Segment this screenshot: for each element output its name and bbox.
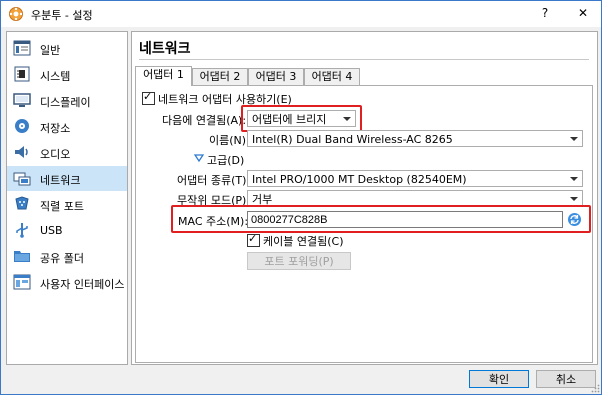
cancel-button[interactable]: 취소 (536, 370, 596, 388)
sidebar-item-user-interface[interactable]: 사용자 인터페이스 (7, 270, 127, 295)
sidebar-item-display[interactable]: 디스플레이 (7, 88, 127, 113)
expand-triangle-icon[interactable] (194, 154, 204, 162)
attached-to-label: 다음에 연결됨(A): (162, 114, 247, 127)
audio-icon (15, 146, 28, 158)
sidebar-item-label: USB (40, 224, 63, 237)
advanced-toggle[interactable]: 고급(D) (207, 152, 244, 168)
attached-to-value: 어댑터에 브리지 (252, 113, 327, 126)
sidebar-item-audio[interactable]: 오디오 (7, 140, 127, 165)
help-button[interactable]: ? (533, 4, 557, 22)
enable-adapter-label: 네트워크 어댑터 사용하기(E) (158, 93, 292, 106)
sidebar-item-system[interactable]: 시스템 (7, 62, 127, 87)
mac-address-label: MAC 주소(M): (178, 215, 249, 228)
chevron-down-icon (343, 117, 351, 121)
window-title: 우분투 - 설정 (31, 9, 93, 22)
sidebar-item-serial-ports[interactable]: 직렬 포트 (7, 192, 127, 217)
settings-window: 우분투 - 설정 ? ✕ 일반 시스템 디스플레이 저장소 오디오 네트워크 직… (0, 0, 602, 395)
system-icon (14, 66, 30, 82)
sidebar-item-shared-folders[interactable]: 공유 폴더 (7, 244, 127, 269)
adapter-1-pane: 네트워크 어댑터 사용하기(E) 다음에 연결됨(A): 어댑터에 브리지 이름… (135, 85, 593, 363)
sidebar-item-label: 공유 폴더 (40, 252, 84, 265)
storage-icon (15, 119, 29, 133)
general-icon (13, 40, 31, 56)
tab-adapter-3[interactable]: 어댑터 3 (248, 68, 304, 85)
sidebar-item-storage[interactable]: 저장소 (7, 114, 127, 139)
sidebar-item-general[interactable]: 일반 (7, 36, 127, 61)
sidebar-item-label: 디스플레이 (40, 96, 91, 109)
settings-sidebar: 일반 시스템 디스플레이 저장소 오디오 네트워크 직렬 포트 USB 공유 폴… (6, 31, 128, 365)
sidebar-item-usb[interactable]: USB (7, 218, 127, 243)
refresh-mac-icon[interactable] (567, 212, 582, 227)
title-bar: 우분투 - 설정 ? ✕ (1, 1, 601, 27)
cable-connected-checkbox[interactable] (247, 232, 260, 247)
resize-grip-icon[interactable] (591, 384, 600, 393)
close-button[interactable]: ✕ (571, 4, 595, 22)
chevron-down-icon (570, 197, 578, 201)
virtualbox-app-icon (9, 7, 23, 21)
display-icon (13, 93, 31, 107)
sidebar-item-label: 직렬 포트 (40, 200, 84, 213)
adapter-name-value: Intel(R) Dual Band Wireless-AC 8265 (252, 133, 453, 146)
adapter-type-value: Intel PRO/1000 MT Desktop (82540EM) (252, 173, 467, 186)
tab-adapter-4[interactable]: 어댑터 4 (304, 68, 360, 85)
promiscuous-mode-select[interactable]: 거부 (247, 190, 583, 207)
enable-adapter-checkbox[interactable] (142, 90, 155, 105)
serial-port-icon (15, 196, 29, 210)
sidebar-item-network[interactable]: 네트워크 (7, 166, 127, 191)
chevron-down-icon (570, 177, 578, 181)
mac-address-field[interactable] (247, 211, 563, 228)
port-forwarding-button[interactable]: 포트 포워딩(P) (247, 252, 351, 270)
promiscuous-mode-value: 거부 (252, 193, 273, 206)
sidebar-item-label: 일반 (40, 44, 61, 57)
cable-connected-label: 케이블 연결됨(C) (263, 235, 344, 248)
sidebar-item-label: 저장소 (40, 122, 71, 135)
network-icon (13, 172, 31, 186)
adapter-type-select[interactable]: Intel PRO/1000 MT Desktop (82540EM) (247, 170, 583, 187)
shared-folder-icon (14, 251, 30, 262)
attached-to-select[interactable]: 어댑터에 브리지 (247, 110, 356, 127)
chevron-down-icon (570, 137, 578, 141)
tab-adapter-2[interactable]: 어댑터 2 (192, 68, 248, 85)
sidebar-item-label: 오디오 (40, 148, 71, 161)
network-settings-panel: 네트워크 어댑터 1 어댑터 2 어댑터 3 어댑터 4 네트워크 어댑터 사용… (131, 31, 598, 365)
tab-adapter-1[interactable]: 어댑터 1 (135, 66, 192, 86)
usb-icon (16, 223, 28, 238)
user-interface-icon (13, 274, 31, 290)
title-divider (139, 59, 589, 60)
promiscuous-mode-label: 무작위 모드(P): (177, 194, 251, 207)
ok-button[interactable]: 확인 (469, 370, 529, 388)
adapter-type-label: 어댑터 종류(T): (177, 174, 251, 187)
page-title: 네트워크 (139, 41, 191, 57)
sidebar-item-label: 네트워크 (40, 174, 81, 187)
sidebar-item-label: 사용자 인터페이스 (40, 278, 125, 291)
adapter-name-select[interactable]: Intel(R) Dual Band Wireless-AC 8265 (247, 130, 583, 147)
sidebar-item-label: 시스템 (40, 70, 71, 83)
name-label: 이름(N): (209, 134, 250, 147)
